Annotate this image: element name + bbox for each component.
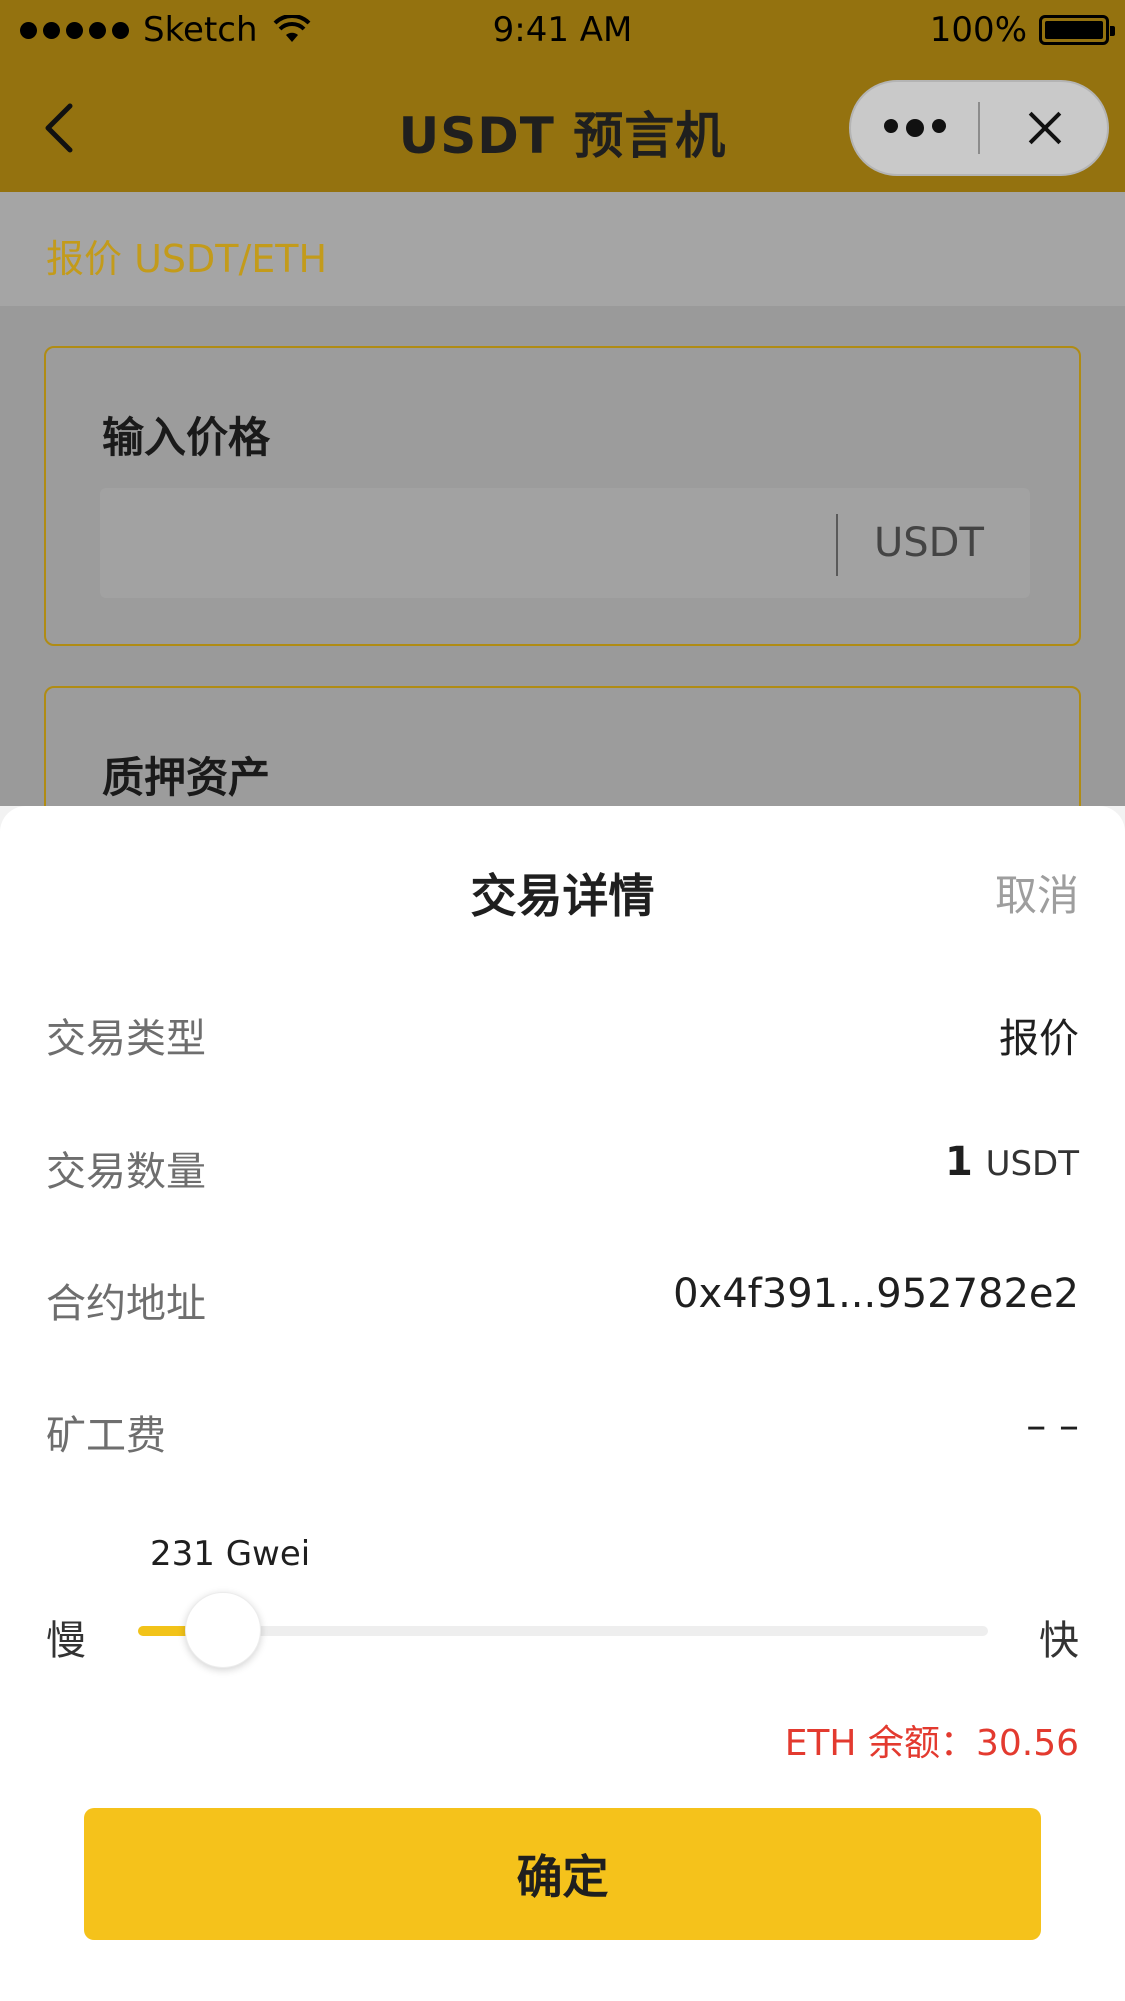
gas-slider-thumb[interactable]: [185, 1592, 261, 1668]
fee-label: 矿工费: [46, 1413, 166, 1459]
sheet-title: 交易详情: [470, 869, 655, 923]
contract-address: 0x4f391...952782e2: [673, 1271, 1079, 1317]
type-value: 报价: [999, 1016, 1079, 1062]
price-input[interactable]: USDT: [100, 488, 1030, 598]
detail-row-amount: 交易数量 1 USDT: [46, 1139, 1079, 1199]
price-input-card: 输入价格 USDT: [44, 346, 1081, 646]
slow-label: 慢: [46, 1618, 86, 1664]
confirm-button[interactable]: 确定: [84, 1808, 1041, 1940]
transaction-detail-sheet: 交易详情 取消 交易类型 报价 交易数量 1 USDT 合约地址 0x4f391…: [0, 806, 1125, 2001]
price-card-title: 输入价格: [102, 413, 271, 462]
detail-row-type: 交易类型 报价: [46, 1006, 1079, 1066]
gas-slider[interactable]: [138, 1592, 988, 1668]
top-bar: Sketch 9:41 AM 100% USDT 预言机: [0, 0, 1125, 192]
collateral-card-title: 质押资产: [102, 753, 271, 802]
status-bar: Sketch 9:41 AM 100%: [0, 0, 1125, 62]
pair-subheader: 报价 USDT/ETH: [0, 192, 1125, 306]
battery-icon: [1039, 15, 1115, 45]
contract-label: 合约地址: [46, 1281, 206, 1327]
eth-balance: ETH 余额：30.56: [784, 1723, 1079, 1764]
fast-label: 快: [1039, 1618, 1079, 1664]
amount-unit: USDT: [985, 1144, 1079, 1184]
price-unit: USDT: [874, 520, 984, 566]
close-icon[interactable]: [980, 80, 1107, 176]
quote-pair-label: 报价 USDT/ETH: [46, 237, 328, 281]
mini-program-capsule: [849, 80, 1109, 176]
page: Sketch 9:41 AM 100% USDT 预言机 报价 USDT/ETH…: [0, 0, 1125, 2001]
status-right: 100%: [929, 10, 1115, 50]
fee-value: – –: [1026, 1403, 1079, 1449]
battery-percent: 100%: [929, 10, 1027, 50]
amount-number: 1: [945, 1139, 973, 1185]
detail-row-fee: 矿工费 – –: [46, 1403, 1079, 1463]
nav-bar: USDT 预言机: [0, 62, 1125, 192]
amount-label: 交易数量: [46, 1149, 206, 1195]
cancel-button[interactable]: 取消: [995, 862, 1079, 923]
type-label: 交易类型: [46, 1016, 206, 1062]
gas-price-label: 231 Gwei: [150, 1534, 311, 1574]
amount-value: 1 USDT: [945, 1139, 1079, 1185]
more-options-icon[interactable]: [851, 119, 978, 137]
detail-row-contract: 合约地址 0x4f391...952782e2: [46, 1271, 1079, 1331]
input-divider: [836, 514, 838, 576]
